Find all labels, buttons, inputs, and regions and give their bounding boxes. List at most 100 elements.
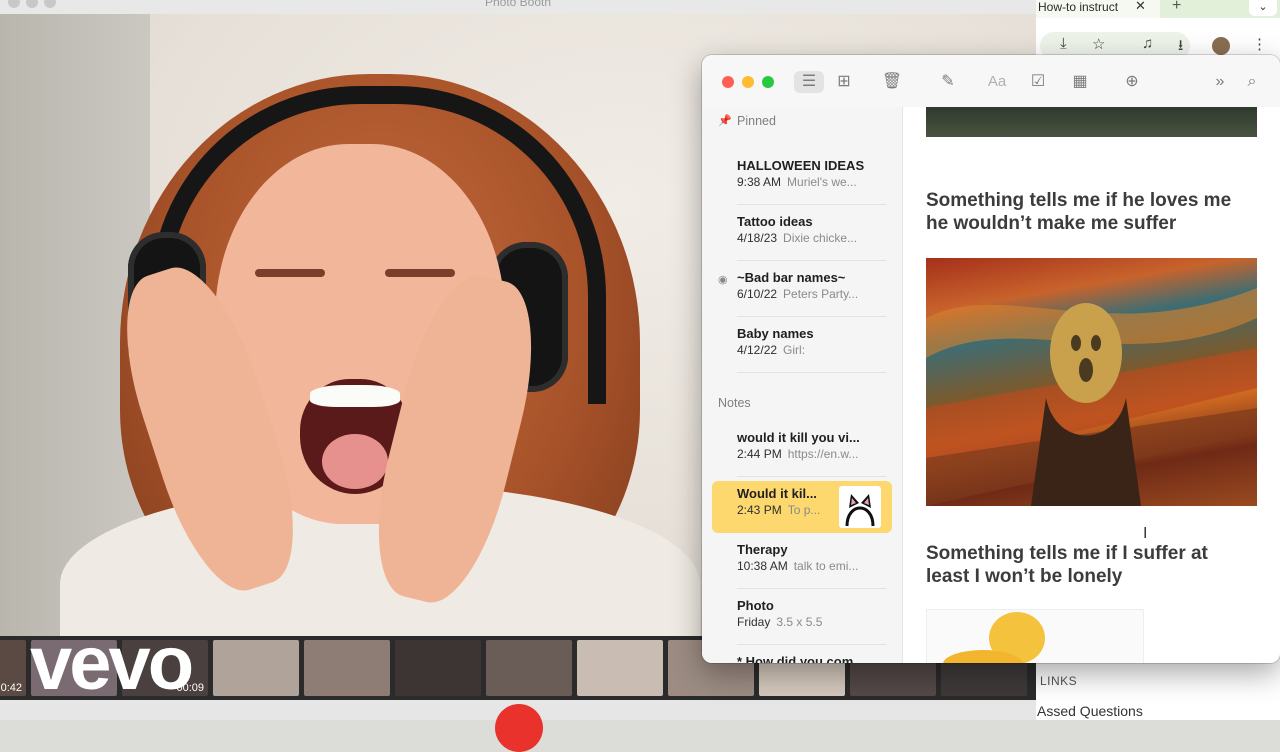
note-heading-1: Something tells me if he loves me he wou… (926, 190, 1232, 234)
note-meta: 4/18/23 Dixie chicke... (737, 231, 857, 245)
filmstrip-thumbnail[interactable] (486, 640, 572, 696)
note-list-item[interactable]: Baby names 4/12/22 Girl: (712, 321, 892, 373)
note-image-bottom (926, 609, 1144, 663)
list-divider (737, 588, 886, 589)
note-meta: 2:44 PM https://en.w... (737, 447, 858, 461)
note-title: Therapy (737, 542, 788, 557)
filmstrip-thumbnail[interactable] (395, 640, 481, 696)
notes-window: ☰ ⊞ 🗑 ✎ Aa ☑ ▦ ⊕ » ⌕ 📌 Pinned Notes HALL… (702, 55, 1280, 663)
toolbar-overflow-icon[interactable]: » (1208, 71, 1232, 93)
trash-icon[interactable]: 🗑 (880, 71, 904, 93)
notes-section-label: Notes (718, 396, 751, 410)
tab-title: How-to instruct (1038, 0, 1119, 14)
bookmark-star-icon[interactable]: ☆ (1092, 35, 1105, 53)
cat-ears-thumbnail (839, 486, 881, 528)
note-list-item[interactable]: Would it kil... 2:43 PM To p... (712, 481, 892, 533)
note-preview: 3.5 x 5.5 (776, 615, 823, 629)
note-date: 6/10/22 (737, 287, 778, 301)
note-title: Tattoo ideas (737, 214, 813, 229)
note-heading-2: Something tells me if I suffer at least … (926, 543, 1208, 587)
scream-painting (926, 288, 1257, 506)
note-title: ~Bad bar names~ (737, 270, 846, 285)
list-divider (737, 644, 886, 645)
note-list-item[interactable]: HALLOWEEN IDEAS 9:38 AM Muriel's we... (712, 153, 892, 205)
note-meta: 9:38 AM Muriel's we... (737, 175, 857, 189)
profile-avatar[interactable] (1212, 37, 1230, 55)
note-meta: 6/10/22 Peters Party... (737, 287, 858, 301)
note-preview: Peters Party... (783, 287, 859, 301)
tab-bar: How-to instruct ✕ + ⌄ (1036, 0, 1280, 18)
filmstrip-thumbnail[interactable]: 0:42 (0, 640, 26, 696)
teeth (310, 385, 400, 407)
list-view-icon[interactable]: ☰ (794, 71, 824, 93)
note-date: 4/18/23 (737, 231, 778, 245)
window-title: Photo Booth (484, 0, 552, 9)
note-meta: 4/12/22 Girl: (737, 343, 805, 357)
note-date: 2:44 PM (737, 447, 782, 461)
install-app-icon[interactable]: ⤓ (1060, 35, 1067, 52)
note-title: HALLOWEEN IDEAS (737, 158, 865, 173)
note-meta: Friday 3.5 x 5.5 (737, 615, 822, 629)
note-preview: Girl: (783, 343, 806, 357)
note-list-item[interactable]: Tattoo ideas 4/18/23 Dixie chicke... (712, 209, 892, 261)
new-tab-icon[interactable]: + (1172, 0, 1181, 15)
list-divider (737, 372, 886, 373)
note-image-top (926, 107, 1257, 137)
text-cursor-icon: I (1143, 525, 1148, 542)
notes-sidebar: 📌 Pinned Notes HALLOWEEN IDEAS 9:38 AM Mur… (702, 107, 903, 663)
zoom-button[interactable] (762, 76, 774, 88)
note-date: 2:43 PM (737, 503, 782, 517)
note-image-scream (926, 258, 1257, 506)
close-button[interactable] (722, 76, 734, 88)
note-preview: To p... (787, 503, 821, 517)
tab-search-icon[interactable]: ⌄ (1249, 0, 1277, 16)
media-control-icon[interactable]: ♫ (1142, 35, 1153, 52)
yellow-sticker (943, 612, 1045, 663)
notes-toolbar: ☰ ⊞ 🗑 ✎ Aa ☑ ▦ ⊕ » ⌕ (702, 55, 1280, 108)
record-button[interactable] (495, 704, 543, 752)
note-list-item[interactable]: ◉ ~Bad bar names~ 6/10/22 Peters Party... (712, 265, 892, 317)
note-title: Would it kil... (737, 486, 817, 501)
gallery-view-icon[interactable]: ⊞ (832, 71, 856, 93)
table-icon[interactable]: ▦ (1068, 71, 1092, 93)
thumbnail-duration: 0:42 (0, 682, 22, 694)
note-list-item[interactable]: * How did you com... (712, 649, 892, 663)
right-eye (385, 269, 455, 277)
photobooth-titlebar: Photo Booth (0, 0, 1036, 15)
note-date: 10:38 AM (737, 559, 788, 573)
note-date: 4/12/22 (737, 343, 778, 357)
list-divider (737, 204, 886, 205)
note-editor[interactable]: Something tells me if he loves me he wou… (903, 107, 1280, 663)
collaborate-icon[interactable]: ⊕ (1120, 71, 1144, 93)
shared-note-icon: ◉ (718, 274, 728, 286)
note-title: would it kill you vi... (737, 430, 860, 445)
minimize-button[interactable] (742, 76, 754, 88)
links-heading: LINKS (1040, 674, 1078, 688)
format-text-icon[interactable]: Aa (984, 71, 1010, 93)
filmstrip-thumbnail[interactable] (213, 640, 299, 696)
browser-toolbar: ⤓ ☆ ♫ ⭳ ⋮ (1036, 18, 1280, 60)
tongue (322, 434, 388, 489)
more-menu-icon[interactable]: ⋮ (1252, 35, 1267, 53)
faq-link[interactable]: Assed Questions (1037, 703, 1143, 719)
note-list-item[interactable]: Therapy 10:38 AM talk to emi... (712, 537, 892, 589)
note-title: Baby names (737, 326, 814, 341)
note-preview: talk to emi... (793, 559, 859, 573)
list-divider (737, 476, 886, 477)
pin-icon: 📌 (718, 115, 732, 127)
note-list-item[interactable]: would it kill you vi... 2:44 PM https://en… (712, 425, 892, 477)
note-meta: 2:43 PM To p... (737, 503, 820, 517)
note-preview: Muriel's we... (787, 175, 857, 189)
note-meta: 10:38 AM talk to emi... (737, 559, 858, 573)
note-preview: Dixie chicke... (783, 231, 858, 245)
close-tab-icon[interactable]: ✕ (1135, 0, 1146, 14)
checklist-icon[interactable]: ☑ (1026, 71, 1050, 93)
filmstrip-thumbnail[interactable] (577, 640, 663, 696)
filmstrip-thumbnail[interactable] (304, 640, 390, 696)
note-title: * How did you com... (737, 654, 865, 663)
compose-icon[interactable]: ✎ (936, 71, 960, 93)
search-icon[interactable]: ⌕ (1240, 71, 1264, 93)
pinned-section-label: Pinned (737, 114, 776, 128)
note-list-item[interactable]: Photo Friday 3.5 x 5.5 (712, 593, 892, 645)
note-title: Photo (737, 598, 774, 613)
